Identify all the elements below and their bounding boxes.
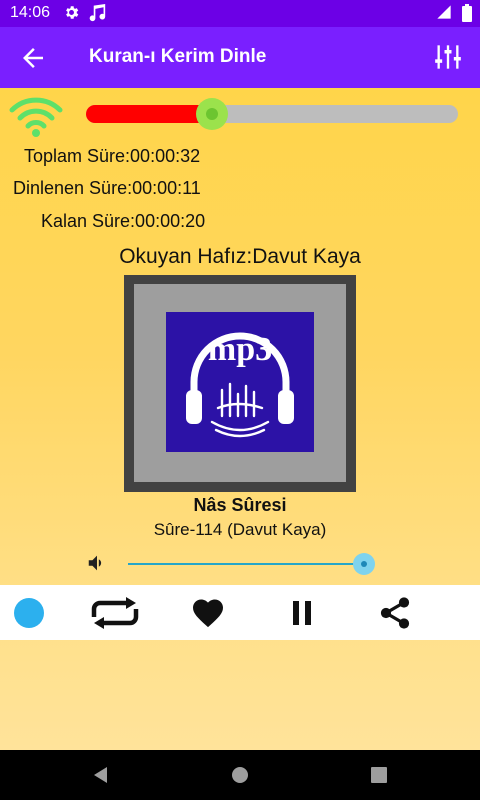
app-toolbar: Kuran-ı Kerim Dinle — [0, 27, 480, 88]
remaining-duration: Kalan Süre:00:00:20 — [41, 211, 206, 231]
player-controls — [0, 585, 480, 640]
track-subtitle: Sûre-114 (Davut Kaya) — [153, 520, 327, 539]
status-dot-icon[interactable] — [14, 598, 44, 628]
volume-thumb[interactable] — [353, 553, 376, 575]
reciter-label: Okuyan Hafız:Davut Kaya — [119, 245, 361, 268]
status-time: 14:06 — [10, 4, 51, 21]
track-title: Nâs Sûresi — [193, 495, 287, 515]
battery-icon — [462, 4, 472, 22]
mp3-logo-text: mp3 — [208, 331, 272, 368]
nav-recents-icon[interactable] — [368, 764, 390, 786]
volume-track — [128, 563, 374, 565]
total-duration: Toplam Süre:00:00:32 — [24, 146, 201, 166]
status-bar: 14:06 — [0, 0, 480, 27]
pause-icon[interactable] — [284, 595, 320, 631]
toolbar-title: Kuran-ı Kerim Dinle — [89, 46, 267, 67]
system-nav-bar — [0, 750, 480, 800]
settings-gear-icon — [66, 6, 79, 19]
headphones-icon: mp3 — [186, 331, 294, 438]
wifi-icon — [9, 97, 63, 137]
volume-icon[interactable] — [86, 552, 108, 574]
nav-home-icon[interactable] — [229, 764, 251, 786]
equalizer-icon[interactable] — [434, 43, 462, 71]
nav-back-icon[interactable] — [89, 764, 111, 786]
mp3-logo: mp3 — [166, 312, 314, 452]
seek-thumb[interactable] — [196, 98, 229, 130]
back-arrow-icon[interactable] — [18, 43, 48, 73]
seek-bar[interactable] — [86, 98, 458, 130]
elapsed-duration: Dinlenen Süre:00:00:11 — [13, 178, 201, 198]
repeat-icon[interactable] — [86, 595, 144, 631]
volume-slider[interactable] — [128, 552, 386, 576]
music-note-icon — [89, 4, 106, 22]
signal-icon — [437, 5, 451, 19]
player-content: Toplam Süre:00:00:32 Dinlenen Süre:00:00… — [0, 88, 480, 750]
seek-progress-fill — [86, 105, 213, 123]
favorite-heart-icon[interactable] — [190, 595, 226, 631]
share-icon[interactable] — [377, 595, 413, 631]
